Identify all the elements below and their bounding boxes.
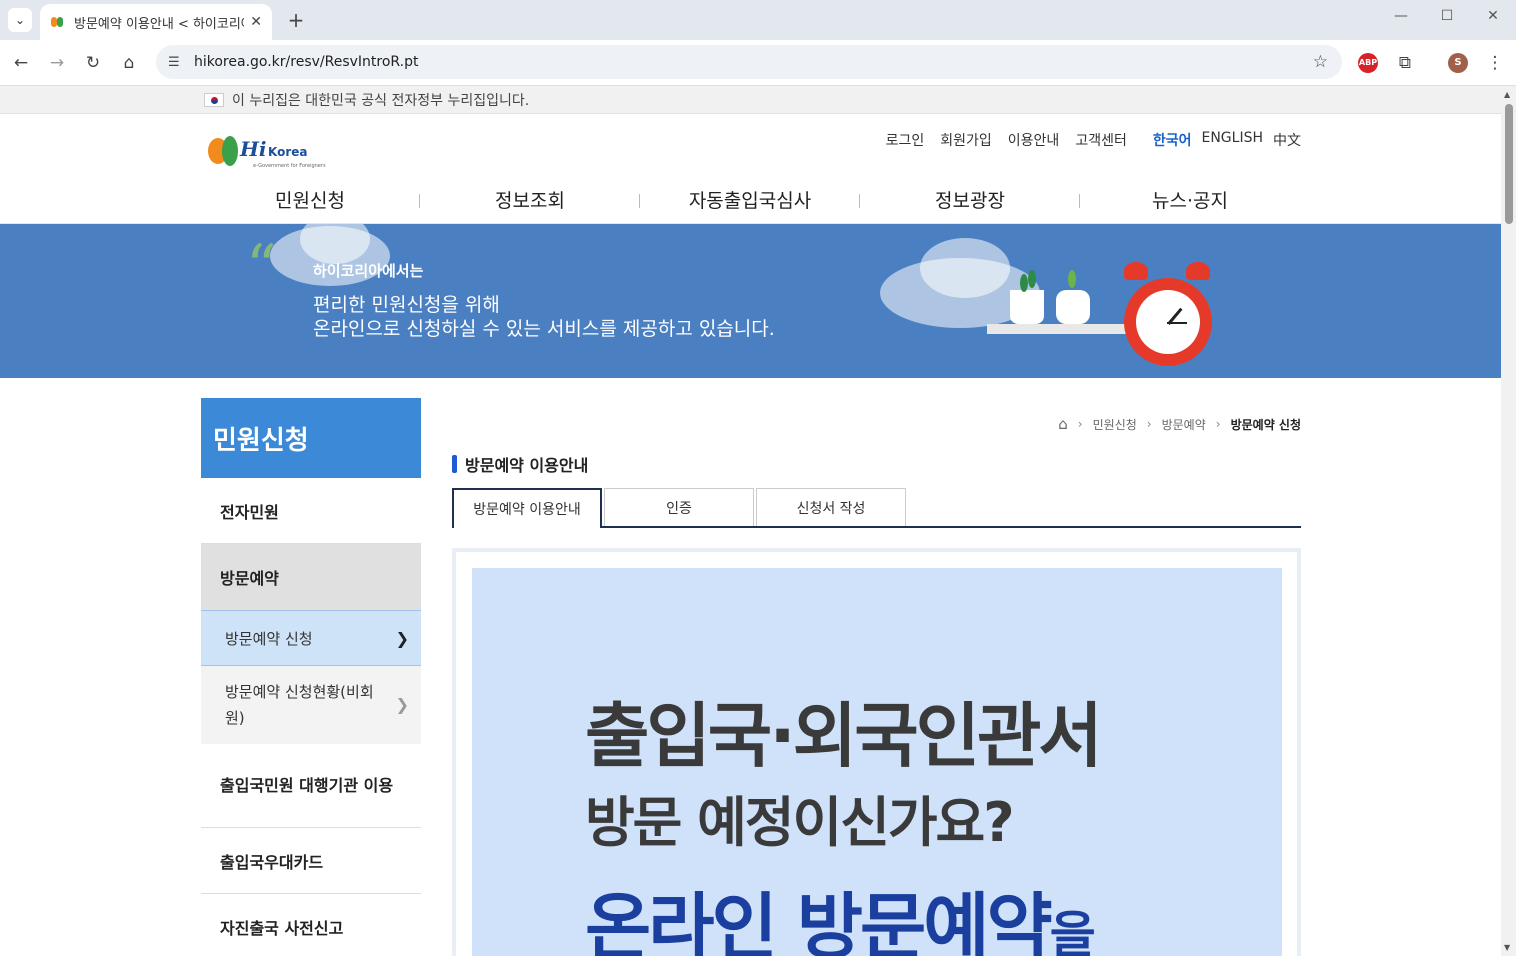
close-window-icon[interactable]: ✕ xyxy=(1478,8,1508,24)
browser-toolbar: ← → ↻ ⌂ ☰ hikorea.go.kr/resv/ResvIntroR.… xyxy=(0,40,1516,86)
maximize-icon[interactable]: ☐ xyxy=(1432,8,1462,24)
quote-mark-icon: “ xyxy=(246,232,277,302)
lnb-item-voluntary-departure[interactable]: 자진출국 사전신고 xyxy=(201,894,421,956)
breadcrumb-item[interactable]: 민원신청 xyxy=(1093,416,1137,433)
lnb-item-agency[interactable]: 출입국민원 대행기관 이용 xyxy=(201,744,421,828)
banner-line-2: 온라인으로 신청하실 수 있는 서비스를 제공하고 있습니다. xyxy=(313,318,775,340)
hikorea-logo[interactable]: Hi Korea e-Government for Foreigners xyxy=(208,134,326,174)
main-navigation: 민원신청 정보조회 자동출입국심사 정보광장 뉴스·공지 xyxy=(200,186,1300,213)
lnb-item-e-petition[interactable]: 전자민원 xyxy=(201,478,421,544)
site-header: Hi Korea e-Government for Foreigners 로그인… xyxy=(0,114,1501,224)
back-icon[interactable]: ← xyxy=(10,52,32,74)
utility-links: 로그인 회원가입 이용안내 고객센터 한국어 ENGLISH 中文 xyxy=(870,130,1301,150)
new-tab-icon[interactable]: + xyxy=(284,8,308,32)
gov-notice-text: 이 누리집은 대한민국 공식 전자정부 누리집입니다. xyxy=(232,92,530,109)
content-tabs: 방문예약 이용안내 인증 신청서 작성 xyxy=(452,488,1301,528)
forward-icon[interactable]: → xyxy=(46,52,68,74)
page-title: 방문예약 이용안내 xyxy=(452,452,588,476)
site-favicon-icon xyxy=(50,14,66,30)
home-icon[interactable]: ⌂ xyxy=(1058,415,1068,433)
site-info-icon[interactable]: ☰ xyxy=(168,55,186,70)
lang-english-link[interactable]: ENGLISH xyxy=(1201,130,1263,150)
lang-korean-link[interactable]: 한국어 xyxy=(1153,130,1192,150)
banner-small-text: 하이코리아에서는 xyxy=(313,262,424,280)
guide-poster-image: 출입국·외국인관서 방문 예정이신가요? 온라인 방문예약을 xyxy=(472,568,1282,956)
profile-avatar[interactable]: S xyxy=(1448,53,1468,73)
adblock-extension-icon[interactable]: ABP xyxy=(1358,53,1378,73)
guide-link[interactable]: 이용안내 xyxy=(1008,130,1060,150)
chevron-right-icon: ❯ xyxy=(395,628,409,648)
gov-notice-bar: 이 누리집은 대한민국 공식 전자정부 누리집입니다. xyxy=(0,86,1501,114)
poster-line-1: 출입국·외국인관서 xyxy=(585,695,1103,777)
tab-visit-guide[interactable]: 방문예약 이용안내 xyxy=(452,488,602,528)
lnb-sub-visit-status[interactable]: 방문예약 신청현황(비회원) ❯ xyxy=(201,666,421,744)
shelf-illustration xyxy=(987,324,1137,334)
korean-flag-icon xyxy=(204,92,224,107)
breadcrumb-current: 방문예약 신청 xyxy=(1230,417,1301,432)
breadcrumb: ⌂ › 민원신청 › 방문예약 › 방문예약 신청 xyxy=(1058,415,1301,433)
plant-pot-illustration-2 xyxy=(1056,290,1090,324)
breadcrumb-item[interactable]: 방문예약 xyxy=(1162,416,1206,433)
gnb-civil-petition[interactable]: 민원신청 xyxy=(200,186,420,213)
customer-center-link[interactable]: 고객센터 xyxy=(1075,130,1127,150)
gnb-news-notice[interactable]: 뉴스·공지 xyxy=(1080,186,1300,213)
browser-tab[interactable]: 방문예약 이용안내 < 하이코리아 ✕ xyxy=(40,4,272,40)
url-text: hikorea.go.kr/resv/ResvIntroR.pt xyxy=(194,54,419,70)
login-link[interactable]: 로그인 xyxy=(886,130,925,150)
lnb-item-visit-reservation[interactable]: 방문예약 xyxy=(201,544,421,610)
gnb-auto-immigration[interactable]: 자동출입국심사 xyxy=(640,186,860,213)
gnb-info-plaza[interactable]: 정보광장 xyxy=(860,186,1080,213)
close-tab-icon[interactable]: ✕ xyxy=(250,14,262,30)
tab-application-form[interactable]: 신청서 작성 xyxy=(756,488,906,526)
banner-line-1: 편리한 민원신청을 위해 xyxy=(313,294,500,316)
lnb-title: 민원신청 xyxy=(201,398,421,478)
guide-poster-frame: 출입국·외국인관서 방문 예정이신가요? 온라인 방문예약을 xyxy=(452,548,1301,956)
lnb-item-priority-card[interactable]: 출입국우대카드 xyxy=(201,828,421,894)
plant-pot-illustration xyxy=(1010,290,1044,324)
home-icon[interactable]: ⌂ xyxy=(118,52,140,74)
lnb-sub-visit-apply[interactable]: 방문예약 신청 ❯ xyxy=(201,610,421,666)
reload-icon[interactable]: ↻ xyxy=(82,52,104,74)
left-navigation: 민원신청 전자민원 방문예약 방문예약 신청 ❯ 방문예약 신청현황(비회원) … xyxy=(201,398,421,956)
gnb-info-inquiry[interactable]: 정보조회 xyxy=(420,186,640,213)
lang-chinese-link[interactable]: 中文 xyxy=(1273,130,1301,150)
extensions-puzzle-icon[interactable]: ⧉ xyxy=(1394,52,1416,74)
poster-line-3: 온라인 방문예약을 xyxy=(585,885,1096,956)
signup-link[interactable]: 회원가입 xyxy=(940,130,992,150)
alarm-clock-illustration xyxy=(1124,278,1212,366)
page-scrollbar[interactable]: ▲ ▼ xyxy=(1501,86,1516,956)
tab-search-button[interactable]: ⌄ xyxy=(8,8,32,32)
bookmark-star-icon[interactable]: ☆ xyxy=(1313,52,1328,72)
tab-title: 방문예약 이용안내 < 하이코리아 xyxy=(74,16,245,32)
poster-line-2: 방문 예정이신가요? xyxy=(585,791,1015,854)
address-bar[interactable]: ☰ hikorea.go.kr/resv/ResvIntroR.pt ☆ xyxy=(156,45,1342,79)
lnb-sub-label: 방문예약 신청현황(비회원) xyxy=(225,683,374,727)
page-viewport: 이 누리집은 대한민국 공식 전자정부 누리집입니다. Hi Korea e-G… xyxy=(0,86,1501,956)
lnb-sub-label: 방문예약 신청 xyxy=(225,629,313,648)
scrollbar-thumb[interactable] xyxy=(1505,104,1513,224)
chevron-right-icon: ❯ xyxy=(395,695,409,714)
minimize-icon[interactable]: — xyxy=(1386,8,1416,24)
tab-authentication[interactable]: 인증 xyxy=(604,488,754,526)
hero-banner: “ 하이코리아에서는 편리한 민원신청을 위해 온라인으로 신청하실 수 있는 … xyxy=(0,224,1501,378)
browser-tab-bar: ⌄ 방문예약 이용안내 < 하이코리아 ✕ + — ☐ ✕ xyxy=(0,0,1516,40)
browser-menu-icon[interactable]: ⋮ xyxy=(1484,52,1506,74)
